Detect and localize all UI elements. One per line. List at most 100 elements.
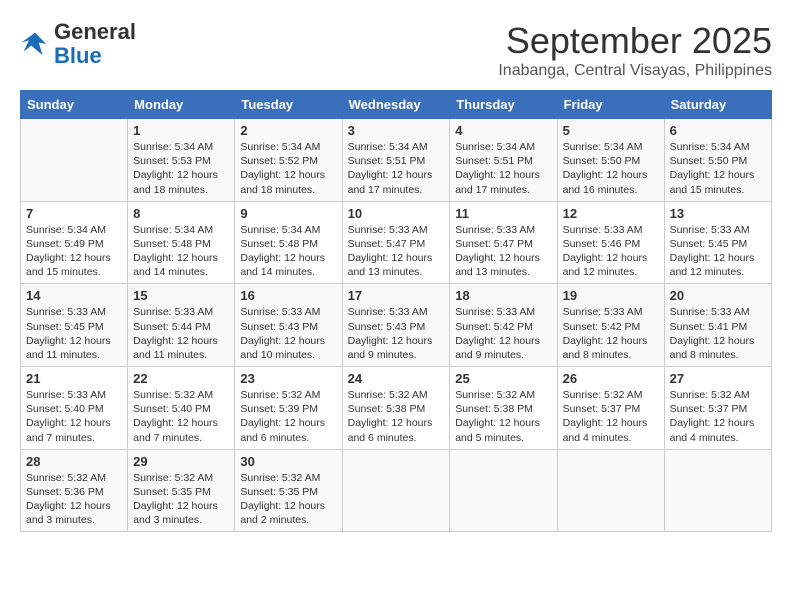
table-cell: 4 Sunrise: 5:34 AMSunset: 5:51 PMDaylight…: [450, 119, 557, 202]
col-sunday: Sunday: [21, 91, 128, 119]
week-row-3: 14 Sunrise: 5:33 AMSunset: 5:45 PMDayligh…: [21, 284, 772, 367]
week-row-1: 1Sunrise: 5:34 AMSunset: 5:53 PMDaylight…: [21, 119, 772, 202]
table-cell: 20Sunrise: 5:33 AMSunset: 5:41 PMDayligh…: [664, 284, 771, 367]
table-cell: 2 Sunrise: 5:34 AMSunset: 5:52 PMDaylight…: [235, 119, 342, 202]
day-info: Sunrise: 5:32 AMSunset: 5:40 PMDaylight:…: [133, 388, 229, 445]
day-number: 16: [240, 288, 336, 303]
day-number: 29: [133, 454, 229, 469]
day-number: 23: [240, 371, 336, 386]
logo: General Blue: [20, 20, 136, 68]
day-number: 17: [348, 288, 445, 303]
header: General Blue September 2025 Inabanga, Ce…: [20, 20, 772, 80]
table-cell: [450, 449, 557, 532]
logo-icon: [20, 29, 50, 59]
day-number: 27: [670, 371, 766, 386]
day-info: Sunrise: 5:33 AMSunset: 5:46 PMDaylight:…: [563, 223, 659, 280]
day-number: 3: [348, 123, 445, 138]
title-section: September 2025 Inabanga, Central Visayas…: [498, 20, 772, 80]
day-info: Sunrise: 5:32 AMSunset: 5:36 PMDaylight:…: [26, 471, 122, 528]
day-info: Sunrise: 5:34 AMSunset: 5:51 PMDaylight:…: [348, 140, 445, 197]
table-cell: 8 Sunrise: 5:34 AMSunset: 5:48 PMDaylight…: [128, 201, 235, 284]
table-cell: 11 Sunrise: 5:33 AMSunset: 5:47 PMDayligh…: [450, 201, 557, 284]
day-info: Sunrise: 5:34 AMSunset: 5:50 PMDaylight:…: [563, 140, 659, 197]
logo-general: General: [54, 20, 136, 44]
table-cell: 29 Sunrise: 5:32 AMSunset: 5:35 PMDayligh…: [128, 449, 235, 532]
day-info: Sunrise: 5:33 AMSunset: 5:47 PMDaylight:…: [348, 223, 445, 280]
table-cell: 14 Sunrise: 5:33 AMSunset: 5:45 PMDayligh…: [21, 284, 128, 367]
day-number: 28: [26, 454, 122, 469]
day-info: Sunrise: 5:33 AMSunset: 5:45 PMDaylight:…: [670, 223, 766, 280]
col-tuesday: Tuesday: [235, 91, 342, 119]
day-info: Sunrise: 5:34 AMSunset: 5:48 PMDaylight:…: [133, 223, 229, 280]
table-cell: 21Sunrise: 5:33 AMSunset: 5:40 PMDayligh…: [21, 367, 128, 450]
table-cell: 13 Sunrise: 5:33 AMSunset: 5:45 PMDayligh…: [664, 201, 771, 284]
day-number: 14: [26, 288, 122, 303]
day-number: 19: [563, 288, 659, 303]
day-info: Sunrise: 5:34 AMSunset: 5:49 PMDaylight:…: [26, 223, 122, 280]
col-wednesday: Wednesday: [342, 91, 450, 119]
day-number: 6: [670, 123, 766, 138]
week-row-2: 7 Sunrise: 5:34 AMSunset: 5:49 PMDaylight…: [21, 201, 772, 284]
day-info: Sunrise: 5:32 AMSunset: 5:38 PMDaylight:…: [455, 388, 551, 445]
day-info: Sunrise: 5:33 AMSunset: 5:45 PMDaylight:…: [26, 305, 122, 362]
col-friday: Friday: [557, 91, 664, 119]
table-cell: 3 Sunrise: 5:34 AMSunset: 5:51 PMDaylight…: [342, 119, 450, 202]
day-info: Sunrise: 5:33 AMSunset: 5:47 PMDaylight:…: [455, 223, 551, 280]
table-cell: 9Sunrise: 5:34 AMSunset: 5:48 PMDaylight…: [235, 201, 342, 284]
col-monday: Monday: [128, 91, 235, 119]
day-info: Sunrise: 5:33 AMSunset: 5:43 PMDaylight:…: [348, 305, 445, 362]
logo-text: General Blue: [54, 20, 136, 68]
day-info: Sunrise: 5:33 AMSunset: 5:43 PMDaylight:…: [240, 305, 336, 362]
table-cell: 12 Sunrise: 5:33 AMSunset: 5:46 PMDayligh…: [557, 201, 664, 284]
day-info: Sunrise: 5:34 AMSunset: 5:51 PMDaylight:…: [455, 140, 551, 197]
day-number: 9: [240, 206, 336, 221]
day-number: 11: [455, 206, 551, 221]
day-number: 12: [563, 206, 659, 221]
table-cell: 16 Sunrise: 5:33 AMSunset: 5:43 PMDayligh…: [235, 284, 342, 367]
table-cell: 23 Sunrise: 5:32 AMSunset: 5:39 PMDayligh…: [235, 367, 342, 450]
day-number: 22: [133, 371, 229, 386]
day-number: 13: [670, 206, 766, 221]
calendar-header-row: Sunday Monday Tuesday Wednesday Thursday…: [21, 91, 772, 119]
day-number: 8: [133, 206, 229, 221]
week-row-4: 21Sunrise: 5:33 AMSunset: 5:40 PMDayligh…: [21, 367, 772, 450]
week-row-5: 28 Sunrise: 5:32 AMSunset: 5:36 PMDayligh…: [21, 449, 772, 532]
day-info: Sunrise: 5:32 AMSunset: 5:35 PMDaylight:…: [133, 471, 229, 528]
table-cell: 28 Sunrise: 5:32 AMSunset: 5:36 PMDayligh…: [21, 449, 128, 532]
day-number: 20: [670, 288, 766, 303]
day-info: Sunrise: 5:34 AMSunset: 5:50 PMDaylight:…: [670, 140, 766, 197]
location-title: Inabanga, Central Visayas, Philippines: [498, 62, 772, 80]
day-number: 5: [563, 123, 659, 138]
day-info: Sunrise: 5:34 AMSunset: 5:52 PMDaylight:…: [240, 140, 336, 197]
day-number: 7: [26, 206, 122, 221]
table-cell: 17 Sunrise: 5:33 AMSunset: 5:43 PMDayligh…: [342, 284, 450, 367]
table-cell: 15Sunrise: 5:33 AMSunset: 5:44 PMDayligh…: [128, 284, 235, 367]
table-cell: 25 Sunrise: 5:32 AMSunset: 5:38 PMDayligh…: [450, 367, 557, 450]
table-cell: 5 Sunrise: 5:34 AMSunset: 5:50 PMDaylight…: [557, 119, 664, 202]
table-cell: 19Sunrise: 5:33 AMSunset: 5:42 PMDayligh…: [557, 284, 664, 367]
logo-blue: Blue: [54, 44, 136, 68]
table-cell: 6 Sunrise: 5:34 AMSunset: 5:50 PMDaylight…: [664, 119, 771, 202]
day-number: 10: [348, 206, 445, 221]
day-info: Sunrise: 5:32 AMSunset: 5:35 PMDaylight:…: [240, 471, 336, 528]
day-number: 2: [240, 123, 336, 138]
table-cell: 1Sunrise: 5:34 AMSunset: 5:53 PMDaylight…: [128, 119, 235, 202]
day-info: Sunrise: 5:33 AMSunset: 5:42 PMDaylight:…: [455, 305, 551, 362]
col-saturday: Saturday: [664, 91, 771, 119]
table-cell: 22 Sunrise: 5:32 AMSunset: 5:40 PMDayligh…: [128, 367, 235, 450]
table-cell: 26Sunrise: 5:32 AMSunset: 5:37 PMDayligh…: [557, 367, 664, 450]
day-number: 24: [348, 371, 445, 386]
day-number: 25: [455, 371, 551, 386]
table-cell: 10 Sunrise: 5:33 AMSunset: 5:47 PMDayligh…: [342, 201, 450, 284]
day-info: Sunrise: 5:32 AMSunset: 5:37 PMDaylight:…: [563, 388, 659, 445]
day-info: Sunrise: 5:32 AMSunset: 5:37 PMDaylight:…: [670, 388, 766, 445]
day-number: 4: [455, 123, 551, 138]
table-cell: 30Sunrise: 5:32 AMSunset: 5:35 PMDayligh…: [235, 449, 342, 532]
day-number: 1: [133, 123, 229, 138]
day-number: 15: [133, 288, 229, 303]
day-info: Sunrise: 5:32 AMSunset: 5:38 PMDaylight:…: [348, 388, 445, 445]
day-number: 21: [26, 371, 122, 386]
table-cell: [21, 119, 128, 202]
day-info: Sunrise: 5:32 AMSunset: 5:39 PMDaylight:…: [240, 388, 336, 445]
table-cell: [557, 449, 664, 532]
